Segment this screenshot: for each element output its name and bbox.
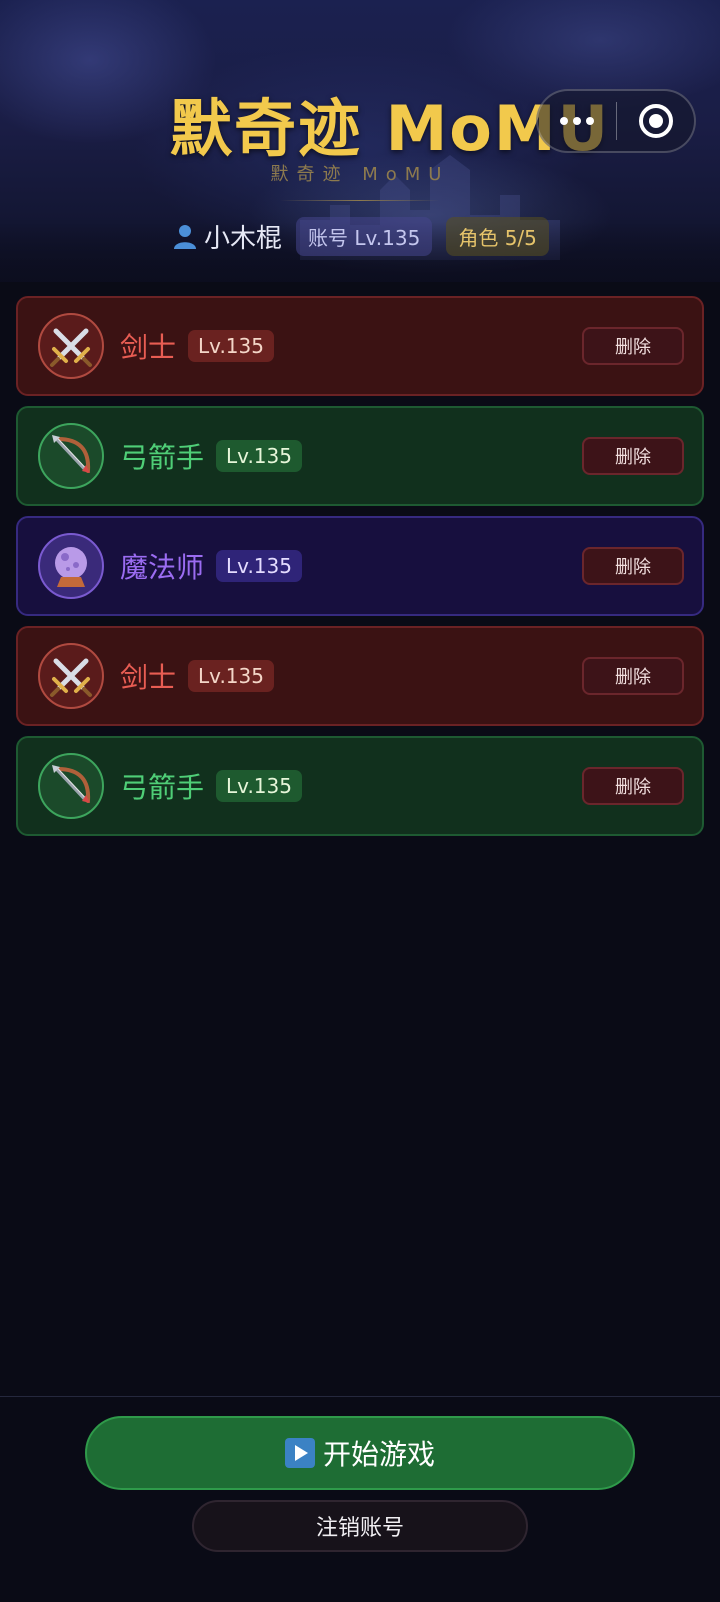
delete-character-button[interactable]: 删除 (582, 767, 684, 805)
character-class: 魔法师 (120, 551, 205, 584)
bottom-action-bar: 开始游戏 注销账号 (0, 1396, 720, 1602)
crossed-swords-icon (50, 328, 92, 367)
close-miniprogram-button[interactable] (617, 104, 694, 138)
dot-icon (560, 117, 568, 125)
character-level-badge: Lv.135 (188, 330, 274, 362)
delete-character-button[interactable]: 删除 (582, 437, 684, 475)
character-card[interactable]: 剑士 Lv.135 删除 (16, 626, 704, 726)
character-class: 剑士 (120, 661, 177, 694)
character-card[interactable]: 剑士 Lv.135 删除 (16, 296, 704, 396)
username: 小木棍 (204, 223, 283, 254)
bow-and-arrow-icon (52, 435, 91, 473)
delete-character-button[interactable]: 删除 (582, 327, 684, 365)
character-card[interactable]: 弓箭手 Lv.135 删除 (16, 406, 704, 506)
character-level-badge: Lv.135 (216, 440, 302, 472)
crossed-swords-icon (50, 658, 92, 697)
delete-character-button[interactable]: 删除 (582, 547, 684, 585)
character-avatar (38, 423, 104, 489)
delete-character-button[interactable]: 删除 (582, 657, 684, 695)
account-info-row: 小木棍 账号 Lv.135 角色 5/5 (172, 216, 549, 256)
account-level-badge: 账号 Lv.135 (296, 216, 433, 256)
character-level-badge: Lv.135 (216, 550, 302, 582)
game-subtitle: 默奇迹 MoMU (270, 164, 450, 185)
character-avatar (38, 753, 104, 819)
character-class: 剑士 (120, 331, 177, 364)
title-divider (280, 200, 440, 201)
start-game-label: 开始游戏 (322, 1438, 435, 1471)
dot-icon (573, 117, 581, 125)
character-avatar (38, 313, 104, 379)
user-info: 小木棍 (172, 218, 282, 255)
character-level-badge: Lv.135 (188, 660, 274, 692)
character-level-badge: Lv.135 (216, 770, 302, 802)
header-banner: 默奇迹 MoMU 默奇迹 MoMU 小木棍 账号 Lv.135 角色 5/5 (0, 0, 720, 282)
character-card[interactable]: 弓箭手 Lv.135 删除 (16, 736, 704, 836)
logout-button[interactable]: 注销账号 (192, 1500, 528, 1552)
character-class: 弓箭手 (120, 441, 205, 474)
crystal-ball-icon (55, 547, 87, 587)
miniprogram-capsule (536, 89, 696, 153)
start-game-button[interactable]: 开始游戏 (85, 1416, 635, 1490)
more-options-button[interactable] (538, 91, 616, 151)
character-card[interactable]: 魔法师 Lv.135 删除 (16, 516, 704, 616)
user-icon (174, 225, 196, 249)
character-list: 剑士 Lv.135 删除 弓箭手 Lv.135 删除 魔法师 Lv.135 删除… (16, 296, 704, 846)
dot-icon (586, 117, 594, 125)
character-class: 弓箭手 (120, 771, 205, 804)
play-icon (284, 1438, 315, 1468)
target-icon (638, 104, 673, 138)
bow-and-arrow-icon (52, 765, 91, 803)
role-count-badge: 角色 5/5 (446, 216, 549, 256)
character-avatar (38, 533, 104, 599)
character-avatar (38, 643, 104, 709)
